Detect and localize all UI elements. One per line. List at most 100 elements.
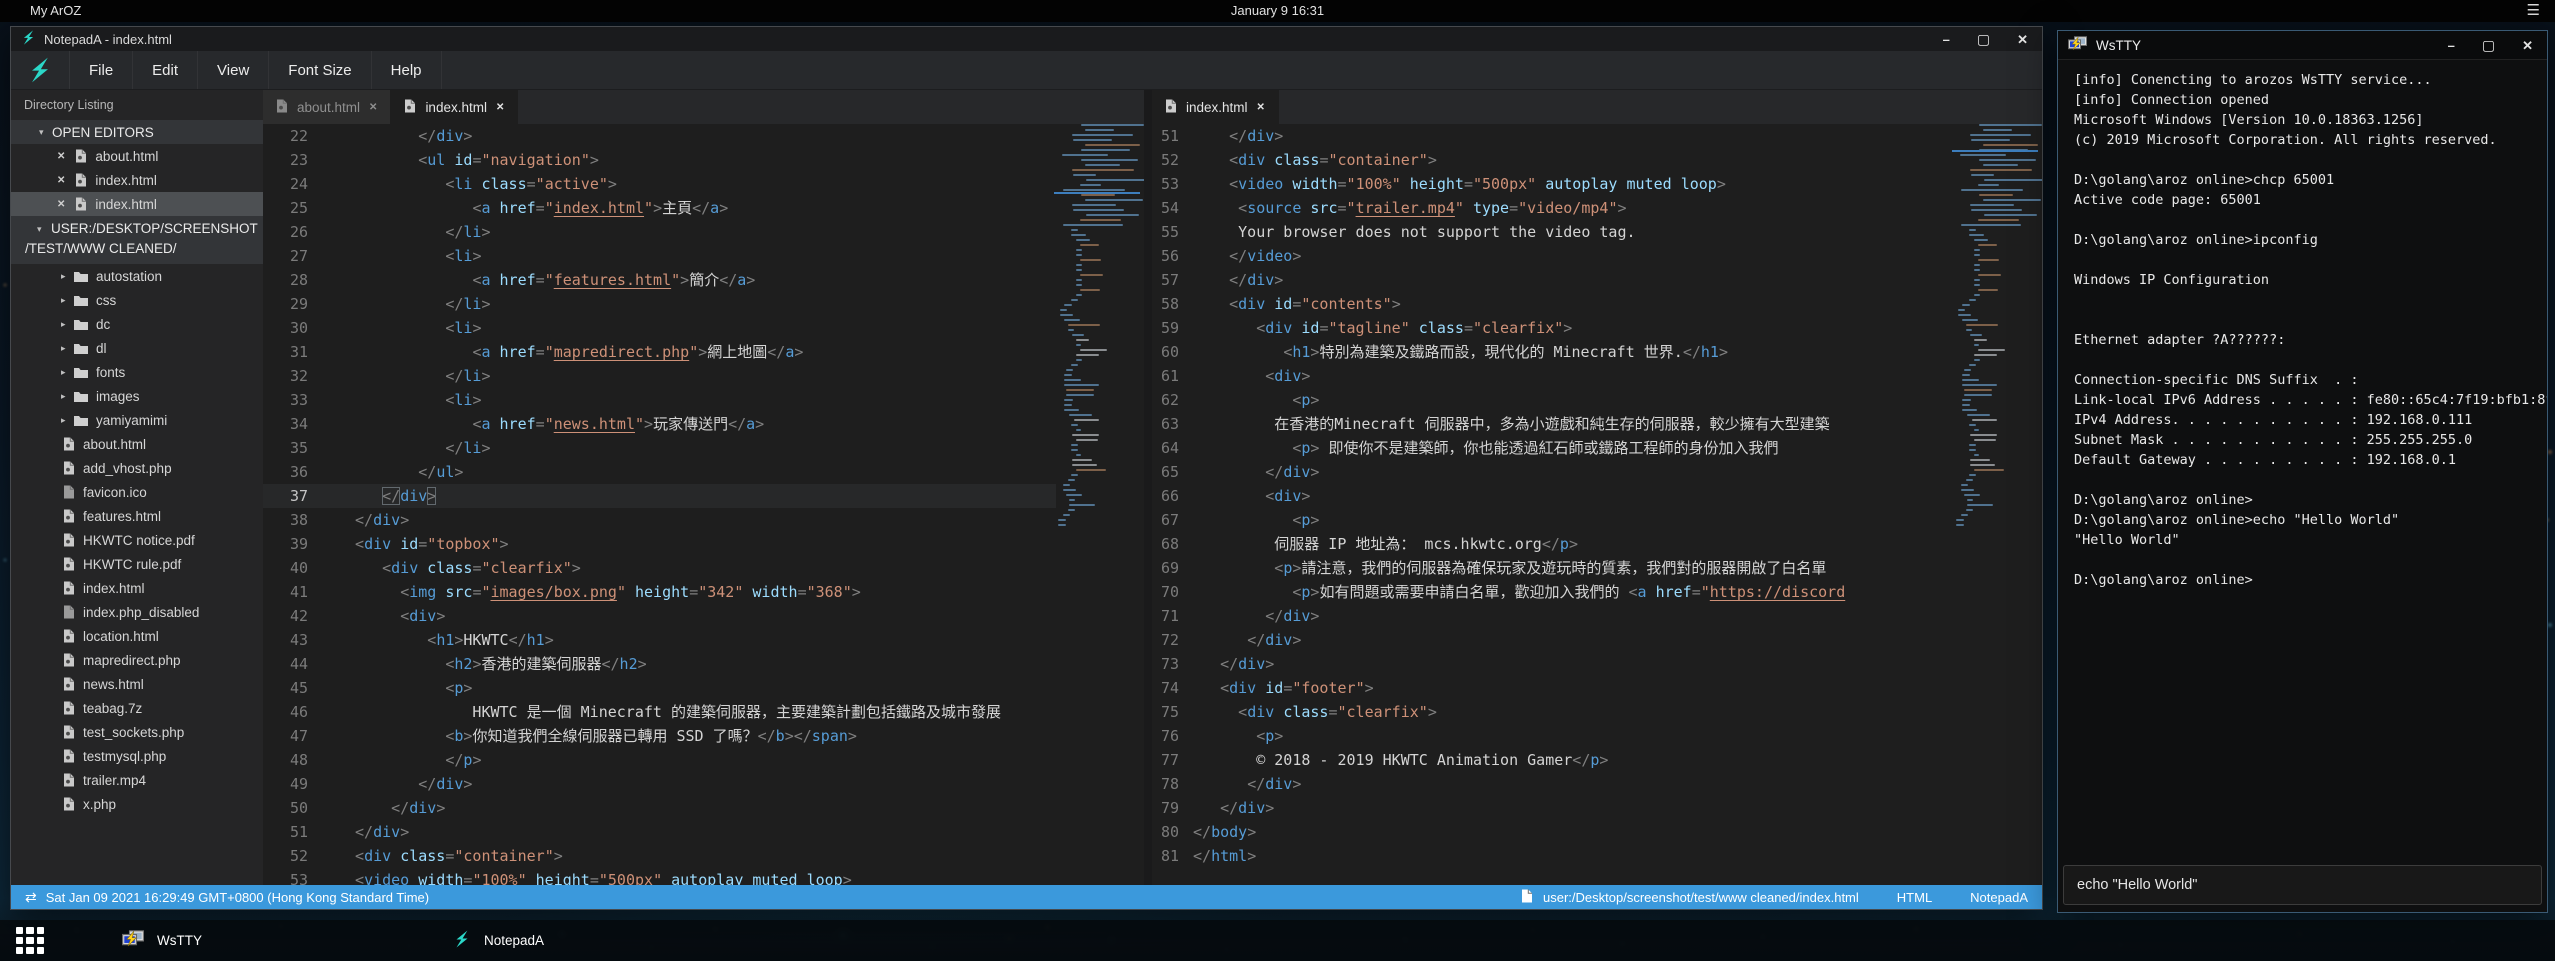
code-line-71[interactable]: 71 </div> [1152,604,1954,628]
line-number[interactable]: 52 [263,844,324,868]
code-line-68[interactable]: 68 伺服器 IP 地址為： mcs.hkwtc.org</p> [1152,532,1954,556]
line-number[interactable]: 61 [1152,364,1187,388]
line-number[interactable]: 39 [263,532,324,556]
code-line-46[interactable]: 46 HKWTC 是一個 Minecraft 的建築伺服器，主要建築計劃包括鐵路… [263,700,1056,724]
code-line-52[interactable]: 52 <div class="container"> [1152,148,1954,172]
code-line-64[interactable]: 64 <p> 即使你不是建築師，你也能透過紅石師或鐵路工程師的身份加入我們 [1152,436,1954,460]
file-item[interactable]: trailer.mp4 [11,768,263,792]
code-line-28[interactable]: 28 <a href="features.html">簡介</a> [263,268,1056,292]
code-line-31[interactable]: 31 <a href="mapredirect.php">網上地圖</a> [263,340,1056,364]
code-line-69[interactable]: 69 <p>請注意，我們的伺服器為確保玩家及遊玩時的質素，我們對的服器開啟了白名… [1152,556,1954,580]
code-lines-left[interactable]: 22 </div>23 <ul id="navigation">24 <li c… [263,124,1056,885]
menu-item-edit[interactable]: Edit [133,51,198,89]
line-number[interactable]: 31 [263,340,324,364]
line-number[interactable]: 58 [1152,292,1187,316]
close-icon[interactable]: ✕ [496,102,504,113]
code-line-40[interactable]: 40 <div class="clearfix"> [263,556,1056,580]
line-number[interactable]: 50 [263,796,324,820]
file-item[interactable]: about.html [11,432,263,456]
line-number[interactable]: 76 [1152,724,1187,748]
code-line-57[interactable]: 57 </div> [1152,268,1954,292]
line-number[interactable]: 44 [263,652,324,676]
editor-tab-index.html[interactable]: index.html ✕ [1152,90,1279,124]
code-line-72[interactable]: 72 </div> [1152,628,1954,652]
line-number[interactable]: 24 [263,172,324,196]
file-item[interactable]: features.html [11,504,263,528]
code-line-61[interactable]: 61 <div> [1152,364,1954,388]
file-item[interactable]: news.html [11,672,263,696]
close-icon[interactable]: ✕ [57,175,65,186]
line-number[interactable]: 67 [1152,508,1187,532]
code-line-51[interactable]: 51 </div> [263,820,1056,844]
code-line-65[interactable]: 65 </div> [1152,460,1954,484]
line-number[interactable]: 37 [263,484,324,508]
maximize-icon[interactable]: ▢ [2482,38,2495,52]
notepada-title-bar[interactable]: NotepadA - index.html – ▢ ✕ [11,27,2042,51]
line-number[interactable]: 60 [1152,340,1187,364]
minimap-right[interactable] [1956,124,2038,885]
menu-item-font-size[interactable]: Font Size [269,51,371,89]
code-line-29[interactable]: 29 </li> [263,292,1056,316]
code-line-80[interactable]: 80</body> [1152,820,1954,844]
line-number[interactable]: 73 [1152,652,1187,676]
pane-divider[interactable] [1144,90,1152,885]
close-icon[interactable]: ✕ [2522,39,2533,52]
line-number[interactable]: 78 [1152,772,1187,796]
code-line-49[interactable]: 49 </div> [263,772,1056,796]
code-line-43[interactable]: 43 <h1>HKWTC</h1> [263,628,1056,652]
folder-item-dl[interactable]: ▸ dl [11,336,263,360]
menu-item-help[interactable]: Help [372,51,442,89]
line-number[interactable]: 70 [1152,580,1187,604]
code-line-74[interactable]: 74 <div id="footer"> [1152,676,1954,700]
file-item[interactable]: test_sockets.php [11,720,263,744]
code-line-67[interactable]: 67 <p> [1152,508,1954,532]
code-line-42[interactable]: 42 <div> [263,604,1056,628]
code-line-76[interactable]: 76 <p> [1152,724,1954,748]
code-line-81[interactable]: 81</html> [1152,844,1954,868]
code-line-54[interactable]: 54 <source src="trailer.mp4" type="video… [1152,196,1954,220]
code-line-58[interactable]: 58 <div id="contents"> [1152,292,1954,316]
code-line-50[interactable]: 50 </div> [263,796,1056,820]
file-item[interactable]: index.html [11,576,263,600]
folder-item-images[interactable]: ▸ images [11,384,263,408]
section-open-editors[interactable]: ▾ OPEN EDITORS [11,120,263,144]
code-line-39[interactable]: 39 <div id="topbox"> [263,532,1056,556]
close-icon[interactable]: ✕ [2017,33,2028,46]
file-item[interactable]: favicon.ico [11,480,263,504]
line-number[interactable]: 42 [263,604,324,628]
minimap-left[interactable] [1058,124,1140,885]
close-icon[interactable]: ✕ [57,151,65,162]
file-item[interactable]: location.html [11,624,263,648]
code-line-62[interactable]: 62 <p> [1152,388,1954,412]
code-line-33[interactable]: 33 <li> [263,388,1056,412]
status-language-mode[interactable]: HTML [1897,890,1932,905]
line-number[interactable]: 29 [263,292,324,316]
line-number[interactable]: 43 [263,628,324,652]
line-number[interactable]: 77 [1152,748,1187,772]
line-number[interactable]: 55 [1152,220,1187,244]
line-number[interactable]: 80 [1152,820,1187,844]
file-item[interactable]: testmysql.php [11,744,263,768]
code-line-63[interactable]: 63 在香港的Minecraft 伺服器中，多為小遊戲和純生存的伺服器，較少擁有… [1152,412,1954,436]
code-line-48[interactable]: 48 </p> [263,748,1056,772]
code-line-79[interactable]: 79 </div> [1152,796,1954,820]
section-workspace-folder[interactable]: ▾ USER:/DESKTOP/SCREENSHOT /TEST/WWW CLE… [11,216,263,264]
terminal-output[interactable]: [info] Conencting to arozos WsTTY servic… [2058,60,2547,854]
line-number[interactable]: 57 [1152,268,1187,292]
line-number[interactable]: 32 [263,364,324,388]
editor-tab-index.html[interactable]: index.html ✕ [391,90,518,124]
minimize-icon[interactable]: – [1943,33,1950,46]
line-number[interactable]: 27 [263,244,324,268]
line-number[interactable]: 38 [263,508,324,532]
editor-tab-about.html[interactable]: about.html ✕ [263,90,391,124]
open-editor-item[interactable]: ✕ about.html [11,144,263,168]
line-number[interactable]: 54 [1152,196,1187,220]
minimize-icon[interactable]: – [2448,39,2455,52]
open-editor-item[interactable]: ✕ index.html [11,192,263,216]
code-line-66[interactable]: 66 <div> [1152,484,1954,508]
line-number[interactable]: 30 [263,316,324,340]
line-number[interactable]: 45 [263,676,324,700]
line-number[interactable]: 34 [263,412,324,436]
line-number[interactable]: 68 [1152,532,1187,556]
code-line-22[interactable]: 22 </div> [263,124,1056,148]
